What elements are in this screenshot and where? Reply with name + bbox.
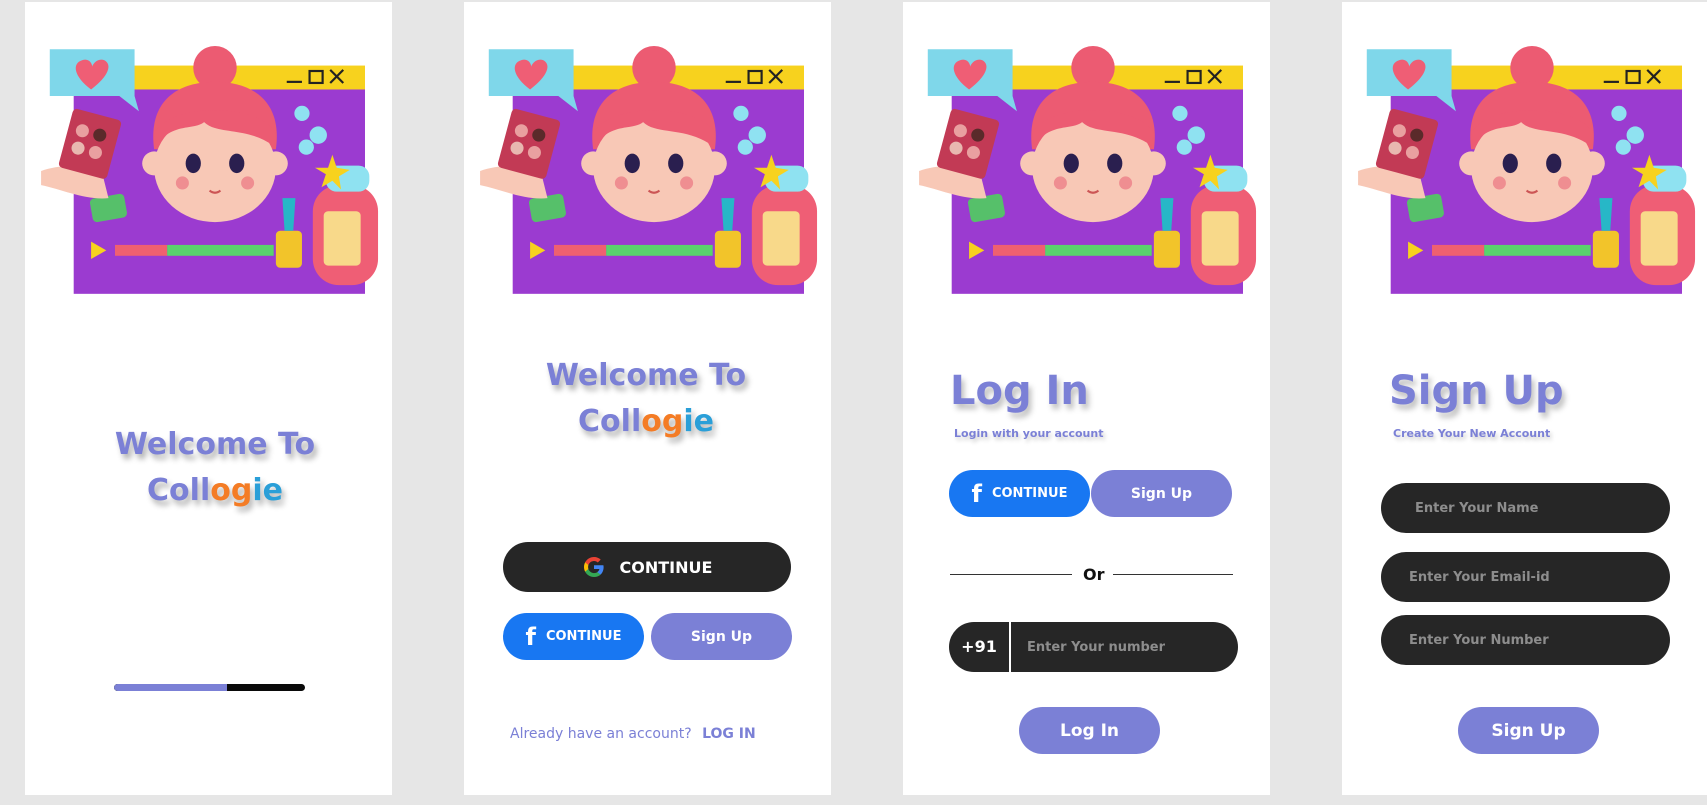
signup-submit-label: Sign Up [1491,720,1566,741]
brand-name: Collogie [536,399,756,445]
google-continue-button[interactable]: CONTINUE [503,542,791,592]
number-input[interactable]: Enter Your Number [1381,615,1670,665]
google-continue-label: CONTINUE [619,557,713,577]
page-subtitle: Create Your New Account [1393,427,1551,440]
signup-screen: Sign Up Create Your New Account Enter Yo… [1342,2,1707,795]
country-code[interactable]: +91 [949,622,1011,672]
facebook-continue-button[interactable]: f CONTINUE [503,613,644,660]
signup-button[interactable]: Sign Up [651,613,792,660]
facebook-icon: f [525,622,536,651]
name-input[interactable]: Enter Your Name [1381,483,1670,533]
facebook-continue-label: CONTINUE [545,629,622,644]
or-separator: Or [1083,565,1105,584]
illustration-girl-makeup [479,46,819,295]
facebook-continue-button[interactable]: f CONTINUE [949,470,1090,517]
signup-label: Sign Up [1130,485,1193,502]
illustration-girl-makeup [40,46,380,295]
brand-part-3: og [210,473,253,508]
loading-progress-bar [114,684,305,691]
loading-progress-fill [114,684,227,691]
brand-part-1: Co [578,404,621,439]
signup-label: Sign Up [690,628,753,645]
phone-number-field[interactable]: +91 Enter Your number [949,622,1238,672]
login-button-label: Log In [1059,720,1120,741]
phone-number-input[interactable]: Enter Your number [1011,640,1165,655]
signup-button[interactable]: Sign Up [1091,470,1232,517]
signup-submit-button[interactable]: Sign Up [1458,707,1599,754]
page-subtitle: Login with your account [954,427,1104,440]
already-account-row: Already have an account? LOG IN [510,726,756,742]
welcome-heading: Welcome To Collogie [105,422,325,514]
divider-right [1113,574,1233,575]
welcome-heading: Welcome To Collogie [536,353,756,445]
login-link[interactable]: LOG IN [702,726,756,742]
illustration-girl-makeup [1357,46,1697,295]
divider-left [950,574,1072,575]
brand-part-2: ll [620,404,642,439]
brand-part-4: ie [252,473,283,508]
facebook-icon: f [971,479,982,508]
illustration-girl-makeup [918,46,1258,295]
email-input[interactable]: Enter Your Email-id [1381,552,1670,602]
brand-name: Collogie [105,468,325,514]
welcome-text: Welcome To [114,427,316,462]
facebook-continue-label: CONTINUE [991,486,1068,501]
brand-part-1: Co [147,473,190,508]
already-account-text: Already have an account? [510,726,692,742]
brand-part-3: og [641,404,684,439]
welcome-screen: Welcome To Collogie CONTINUE f CONTINUE … [464,2,831,795]
brand-part-2: ll [189,473,211,508]
splash-screen: Welcome To Collogie [25,2,392,795]
brand-part-4: ie [683,404,714,439]
page-title: Sign Up [1389,368,1564,414]
page-title: Log In [950,368,1089,414]
welcome-text: Welcome To [545,358,747,393]
login-button[interactable]: Log In [1019,707,1160,754]
login-screen: Log In Login with your account f CONTINU… [903,2,1270,795]
google-icon [583,557,604,577]
